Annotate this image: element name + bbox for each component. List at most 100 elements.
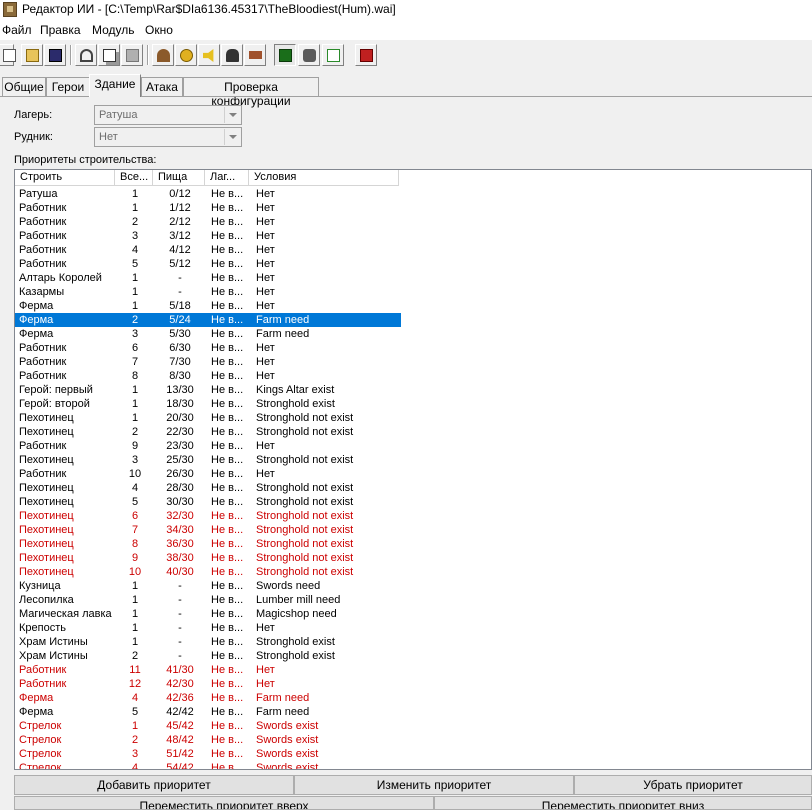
app-icon[interactable] [3,2,17,17]
remove-priority-button[interactable]: Убрать приоритет [574,775,812,795]
book-icon[interactable] [244,44,266,66]
table-row[interactable]: Пехотинец 3 25/30 Не в... Stronghold not exi… [15,453,401,467]
cell-conditions: Swords need [256,580,321,592]
table-row[interactable]: Пехотинец 8 36/30 Не в... Stronghold not exi… [15,537,401,551]
table-row[interactable]: Работник 1 1/12 Не в... Нет [15,201,401,215]
menu-module[interactable]: Модуль [92,23,135,37]
sound-icon[interactable] [198,44,220,66]
table-row[interactable]: Работник 2 2/12 Не в... Нет [15,215,401,229]
map-icon[interactable] [274,44,296,66]
menu-window[interactable]: Окно [145,23,173,37]
table-row[interactable]: Пехотинец 6 32/30 Не в... Stronghold not exi… [15,509,401,523]
table-row[interactable]: Герой: второй 1 18/30 Не в... Stronghold exi… [15,397,401,411]
table-row[interactable]: Стрелок 2 48/42 Не в... Swords exist [15,733,401,747]
table-row[interactable]: Работник 12 42/30 Не в... Нет [15,677,401,691]
table-row[interactable]: Храм Истины 2 - Не в... Stronghold exist [15,649,401,663]
cell-build: Пехотинец [19,454,74,466]
cell-conditions: Stronghold not exist [256,552,354,564]
table-row[interactable]: Работник 3 3/12 Не в... Нет [15,229,401,243]
gold-icon[interactable] [175,44,197,66]
move-down-button[interactable]: Переместить приоритет вниз [434,796,812,810]
menu-edit[interactable]: Правка [40,23,81,37]
cell-conditions: Stronghold not exist [256,454,354,466]
unit-icon[interactable] [221,44,243,66]
column-header-conditions[interactable]: Условия [249,170,399,186]
tab-general[interactable]: Общие [2,77,46,96]
cell-conditions: Нет [256,216,275,228]
cut-icon[interactable] [75,44,97,66]
table-row[interactable]: Работник 10 26/30 Не в... Нет [15,467,401,481]
open-folder-icon[interactable] [21,44,43,66]
cell-camp: Не в... [211,678,244,690]
table-row[interactable]: Ферма 1 5/18 Не в... Нет [15,299,401,313]
table-row[interactable]: Магическая лавка 1 - Не в... Magicshop need [15,607,401,621]
priorities-list[interactable]: Строить Все... Пища Лаг... Условия Ратуш… [14,169,812,770]
exit-icon[interactable] [355,44,377,66]
new-file-icon[interactable] [0,44,16,66]
menu-file[interactable]: Файл [2,23,32,37]
save-icon[interactable] [44,44,66,66]
cell-conditions: Stronghold exist [256,636,335,648]
move-up-button[interactable]: Переместить приоритет вверх [14,796,434,810]
edit-priority-button[interactable]: Изменить приоритет [294,775,574,795]
table-row[interactable]: Пехотинец 2 22/30 Не в... Stronghold not exi… [15,425,401,439]
table-row[interactable]: Ферма 5 42/42 Не в... Farm need [15,705,401,719]
table-row[interactable]: Работник 4 4/12 Не в... Нет [15,243,401,257]
table-row[interactable]: Герой: первый 1 13/30 Не в... Kings Altar ex… [15,383,401,397]
table-row[interactable]: Работник 9 23/30 Не в... Нет [15,439,401,453]
tab-config-check[interactable]: Проверка конфигурации [183,77,319,108]
table-row[interactable]: Крепость 1 - Не в... Нет [15,621,401,635]
table-row[interactable]: Работник 11 41/30 Не в... Нет [15,663,401,677]
cell-build: Пехотинец [19,538,74,550]
column-header-camp[interactable]: Лаг... [205,170,249,186]
table-row[interactable]: Стрелок 4 54/42 Не в... Swords exist [15,761,401,770]
table-row[interactable]: Алтарь Королей 1 - Не в... Нет [15,271,401,285]
chevron-down-icon[interactable] [224,129,240,145]
mine-label: Рудник: [14,131,53,143]
document-icon[interactable] [322,44,344,66]
table-row[interactable]: Казармы 1 - Не в... Нет [15,285,401,299]
table-row[interactable]: Работник 5 5/12 Не в... Нет [15,257,401,271]
column-header-total[interactable]: Все... [115,170,153,186]
tab-building[interactable]: Здание [89,74,141,97]
table-row[interactable]: Ферма 4 42/36 Не в... Farm need [15,691,401,705]
table-row[interactable]: Пехотинец 1 20/30 Не в... Stronghold not exi… [15,411,401,425]
cell-food: 7/30 [169,356,191,368]
table-row[interactable]: Храм Истины 1 - Не в... Stronghold exist [15,635,401,649]
tab-attack[interactable]: Атака [141,77,183,96]
paste-icon[interactable] [121,44,143,66]
table-row[interactable]: Пехотинец 7 34/30 Не в... Stronghold not exi… [15,523,401,537]
cell-build: Стрелок [19,762,62,770]
table-row[interactable]: Пехотинец 4 28/30 Не в... Stronghold not exi… [15,481,401,495]
table-row[interactable]: Пехотинец 9 38/30 Не в... Stronghold not exi… [15,551,401,565]
build-icon[interactable] [152,44,174,66]
camp-select[interactable]: Ратуша [94,105,242,125]
table-row[interactable]: Стрелок 1 45/42 Не в... Swords exist [15,719,401,733]
cell-food: 23/30 [166,440,194,452]
barrel-icon[interactable] [298,44,320,66]
tab-heroes[interactable]: Герои [46,77,90,96]
cell-total: 1 [131,594,139,606]
column-header-food[interactable]: Пища [153,170,205,186]
copy-icon[interactable] [98,44,120,66]
column-header-build[interactable]: Строить [15,170,115,186]
table-row[interactable]: Ратуша 1 0/12 Не в... Нет [15,187,401,201]
add-priority-button[interactable]: Добавить приоритет [14,775,294,795]
mine-select[interactable]: Нет [94,127,242,147]
table-row[interactable]: Кузница 1 - Не в... Swords need [15,579,401,593]
cell-food: - [178,608,182,620]
table-row[interactable]: Работник 7 7/30 Не в... Нет [15,355,401,369]
cell-conditions: Farm need [256,314,310,326]
cell-camp: Не в... [211,720,244,732]
table-row[interactable]: Стрелок 3 51/42 Не в... Swords exist [15,747,401,761]
chevron-down-icon[interactable] [224,107,240,123]
cell-camp: Не в... [211,328,244,340]
table-row[interactable]: Пехотинец 5 30/30 Не в... Stronghold not exi… [15,495,401,509]
table-row[interactable]: Ферма 2 5/24 Не в... Farm need [15,313,401,327]
cell-camp: Не в... [211,468,244,480]
table-row[interactable]: Ферма 3 5/30 Не в... Farm need [15,327,401,341]
table-row[interactable]: Пехотинец 10 40/30 Не в... Stronghold not ex… [15,565,401,579]
table-row[interactable]: Лесопилка 1 - Не в... Lumber mill need [15,593,401,607]
table-row[interactable]: Работник 8 8/30 Не в... Нет [15,369,401,383]
table-row[interactable]: Работник 6 6/30 Не в... Нет [15,341,401,355]
